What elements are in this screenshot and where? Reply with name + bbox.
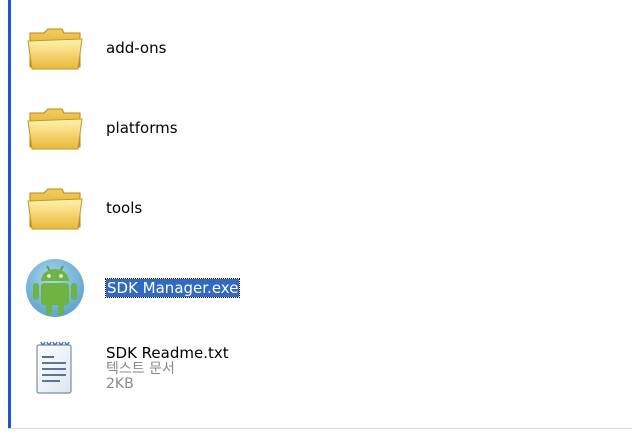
- file-type: 텍스트 문서: [106, 361, 175, 377]
- file-item-tools[interactable]: tools: [24, 176, 142, 240]
- file-item-sdk-readme[interactable]: SDK Readme.txt 텍스트 문서 2KB: [24, 336, 229, 400]
- pane-bottom-border: [8, 428, 632, 434]
- file-item-add-ons[interactable]: add-ons: [24, 16, 166, 80]
- folder-icon: [27, 188, 83, 230]
- file-item-platforms[interactable]: platforms: [24, 96, 178, 160]
- file-name: platforms: [106, 119, 178, 137]
- notepad-document-icon: [36, 341, 72, 394]
- file-size: 2KB: [106, 376, 134, 392]
- android-icon: [26, 259, 84, 317]
- pane-left-border: [8, 0, 11, 428]
- file-name: add-ons: [106, 39, 167, 57]
- file-list-view: add-ons platforms tools SDK Manager.exe …: [0, 0, 632, 434]
- file-name-selected: SDK Manager.exe: [104, 278, 241, 298]
- folder-icon: [27, 28, 83, 70]
- file-item-sdk-manager[interactable]: SDK Manager.exe: [24, 256, 241, 320]
- file-name: tools: [106, 199, 143, 217]
- file-name: SDK Readme.txt: [106, 344, 229, 362]
- folder-icon: [27, 108, 83, 150]
